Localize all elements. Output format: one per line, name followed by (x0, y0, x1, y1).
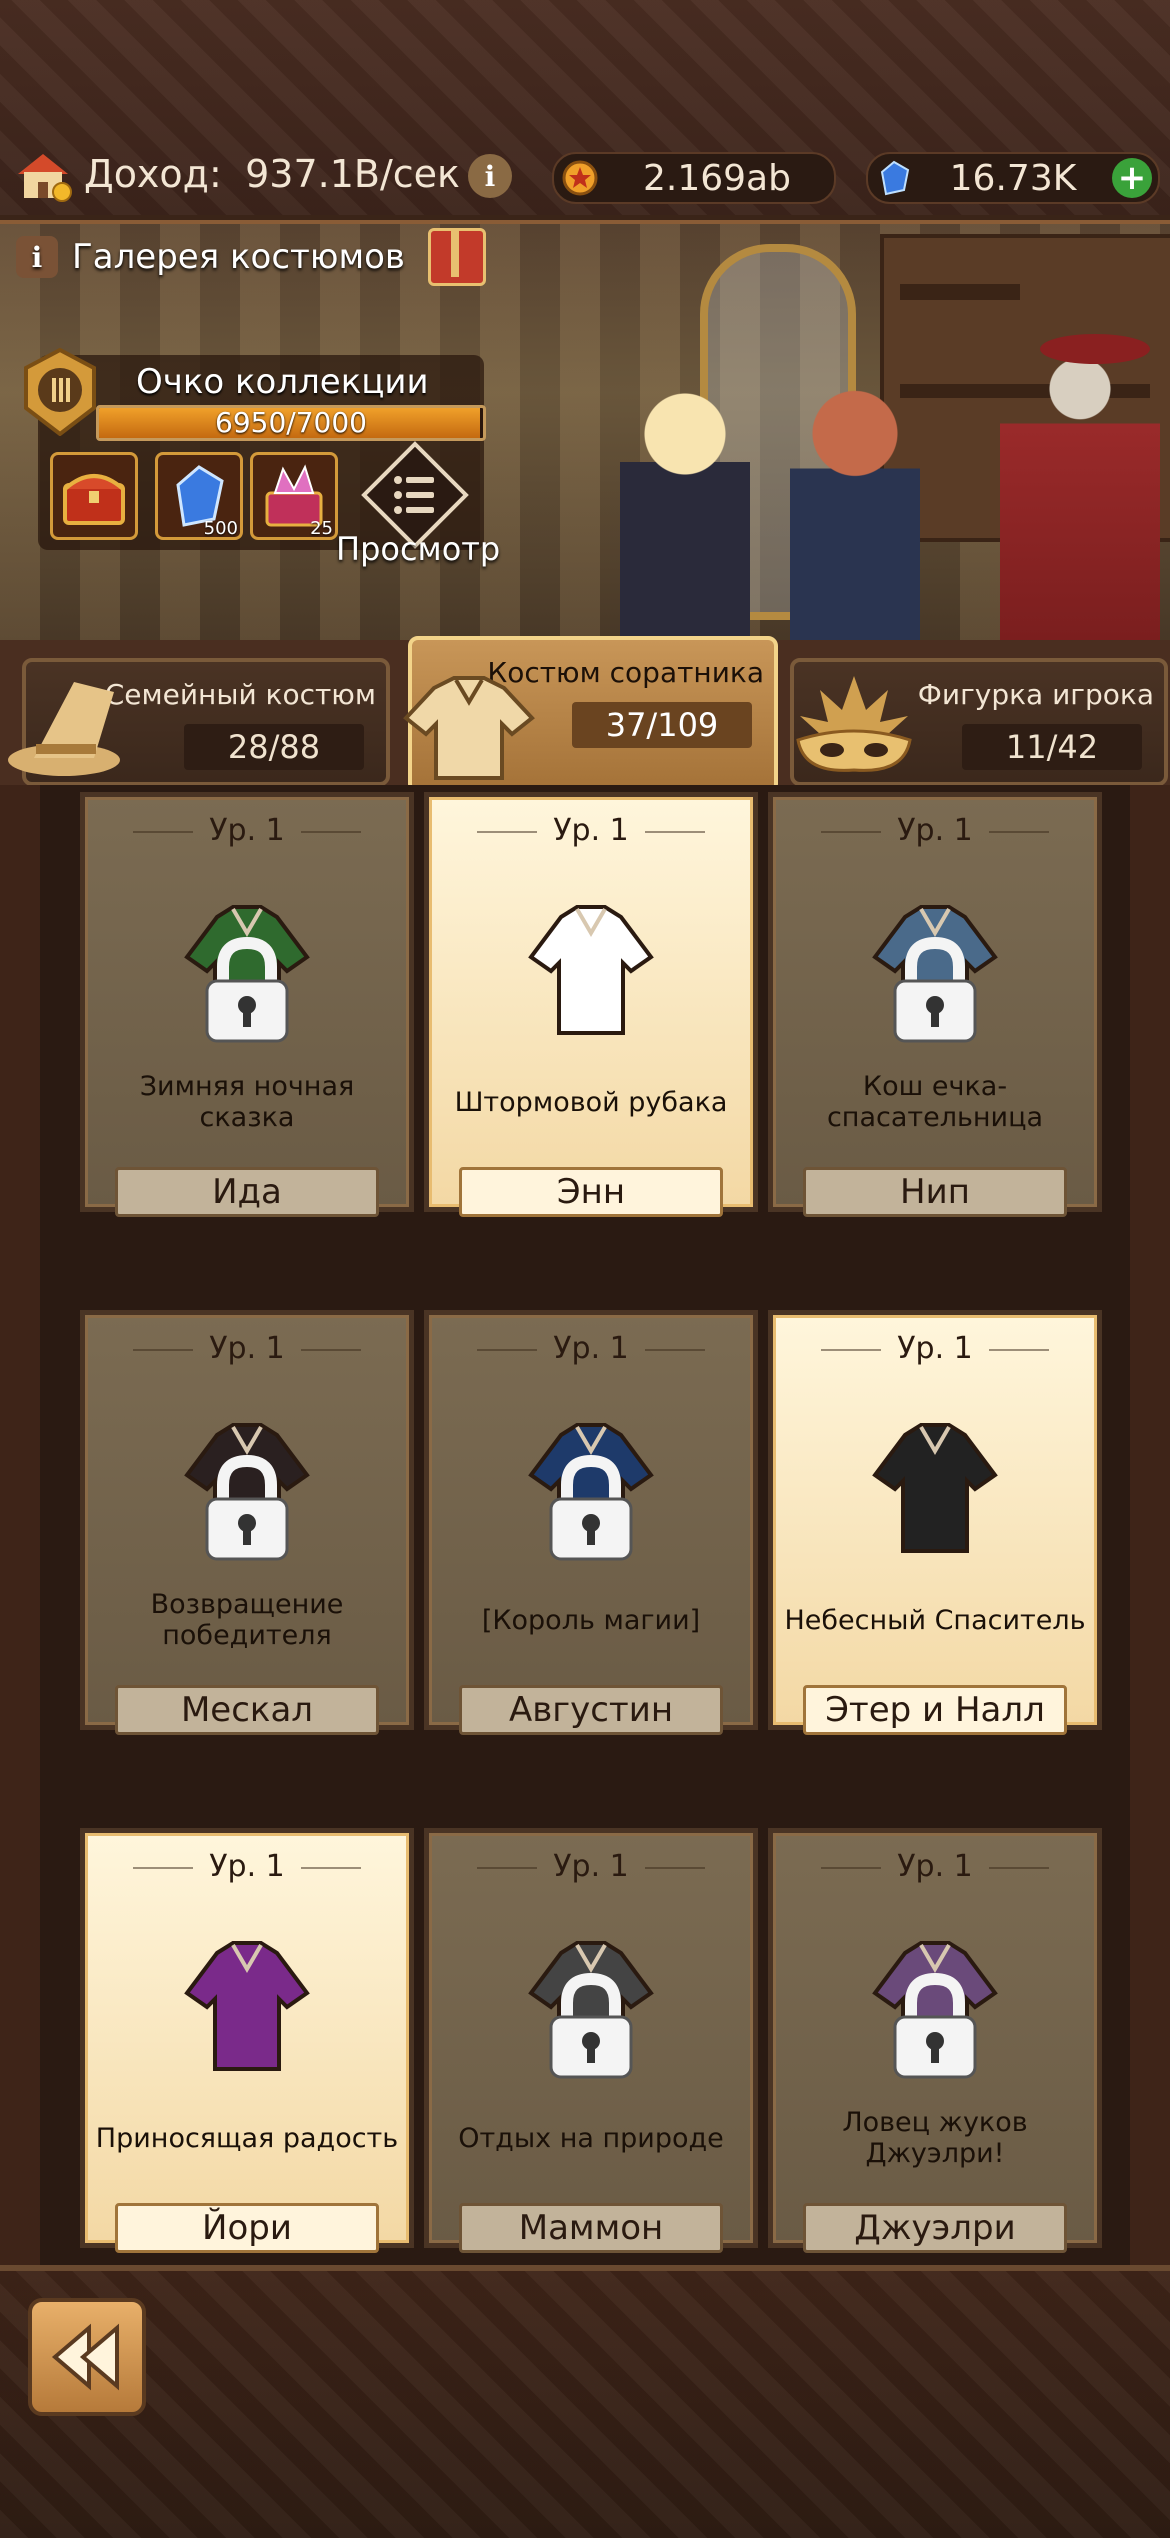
reward-blue-gem[interactable]: 500 (155, 452, 243, 540)
costume-icon (528, 905, 654, 1035)
costume-owner: Энн (459, 1167, 723, 1217)
costume-card[interactable]: Ур. 1 Ловец жуков Джуэлри! Джуэлри (768, 1828, 1102, 2253)
costume-name: Зимняя ночная сказка (139, 1071, 355, 1133)
gem-icon (874, 158, 914, 198)
costume-card[interactable]: Ур. 1 Штормовой рубака Энн (424, 792, 758, 1217)
collection-progress-bar: 6950/7000 (96, 405, 486, 441)
tab-player-figure-label: Фигурка игрока (917, 678, 1154, 711)
costume-card[interactable]: Ур. 1 Приносящая радость Йори (80, 1828, 414, 2253)
view-label: Просмотр (336, 530, 501, 568)
costume-level: Ур. 1 (429, 1331, 753, 1366)
costume-name: Небесный Спаситель (784, 1604, 1086, 1636)
costume-name: Кош ечка-спасательница (826, 1071, 1044, 1133)
back-arrow-icon (51, 2323, 119, 2391)
costume-level: Ур. 1 (429, 1849, 753, 1884)
costume-card[interactable]: Ур. 1 Зимняя ночная сказка Ида (80, 792, 414, 1217)
collection-progress-text: 6950/7000 (215, 406, 367, 439)
costume-owner: Августин (459, 1685, 723, 1735)
lock-icon (205, 1454, 289, 1561)
character-cat-maid-blonde (620, 364, 750, 644)
witch-hat-icon (8, 682, 120, 776)
bottom-bar (0, 2265, 1170, 2538)
costume-owner: Этер и Налл (803, 1685, 1067, 1735)
costume-level: Ур. 1 (773, 1849, 1097, 1884)
coin-counter: 2.169ab (552, 152, 836, 204)
costume-level: Ур. 1 (429, 813, 753, 848)
lock-icon (549, 1454, 633, 1561)
coin-icon (560, 158, 600, 198)
reward-gem-count: 500 (203, 518, 238, 539)
gallery-title: i Галерея костюмов (16, 236, 405, 278)
costume-level: Ур. 1 (85, 813, 409, 848)
costume-owner: Джуэлри (803, 2203, 1067, 2253)
costume-name: Приносящая радость (95, 2122, 399, 2154)
back-button[interactable] (28, 2298, 146, 2416)
add-gems-button[interactable]: + (1112, 158, 1152, 198)
house-icon (18, 154, 72, 202)
reward-chest[interactable] (50, 452, 138, 540)
gift-button[interactable] (428, 228, 486, 286)
costume-name: [Король магии] (481, 1604, 701, 1636)
costume-name: Отдых на природе (458, 2122, 724, 2154)
costume-owner: Мескал (115, 1685, 379, 1735)
costume-owner: Маммон (459, 2203, 723, 2253)
costume-level: Ур. 1 (773, 1331, 1097, 1366)
costume-icon (184, 1941, 310, 2071)
gallery-info-button[interactable]: i (16, 236, 58, 278)
costume-name: Ловец жуков Джуэлри! (842, 2107, 1028, 2169)
collection-title: Очко коллекции (136, 362, 429, 402)
coin-value: 2.169ab (643, 157, 791, 199)
costume-level: Ур. 1 (773, 813, 1097, 848)
costume-name: Штормовой рубака (454, 1086, 728, 1118)
costume-card[interactable]: Ур. 1 [Король магии] Августин (424, 1310, 758, 1735)
costume-owner: Ида (115, 1167, 379, 1217)
mask-icon (796, 676, 912, 772)
costume-owner: Йори (115, 2203, 379, 2253)
reward-crystal-count: 25 (310, 518, 333, 539)
collection-emblem-icon (24, 348, 96, 436)
costume-card[interactable]: Ур. 1 Возвращение победителя Мескал (80, 1310, 414, 1735)
tab-family-costume-count: 28/88 (184, 724, 364, 770)
income-info-button[interactable]: i (468, 154, 512, 198)
costume-card[interactable]: Ур. 1 Кош ечка-спасательница Нип (768, 792, 1102, 1217)
gem-value: 16.73K (949, 157, 1077, 199)
costume-card[interactable]: Ур. 1 Отдых на природе Маммон (424, 1828, 758, 2253)
costume-level: Ур. 1 (85, 1849, 409, 1884)
income-value: 937.1B/сек (245, 152, 460, 196)
gallery-title-text: Галерея костюмов (72, 237, 405, 277)
reward-crystal-chest[interactable]: 25 (250, 452, 338, 540)
tab-companion-costume-count: 37/109 (572, 702, 752, 748)
gem-counter: 16.73K + (866, 152, 1160, 204)
chest-icon (63, 474, 125, 525)
costume-icon (872, 1423, 998, 1553)
costume-level: Ур. 1 (85, 1331, 409, 1366)
costume-name: Возвращение победителя (150, 1589, 344, 1651)
income-label: Доход: (84, 152, 222, 196)
lock-icon (549, 1972, 633, 2079)
character-cat-maid-brown (790, 374, 920, 644)
lock-icon (893, 1972, 977, 2079)
lock-icon (205, 936, 289, 1043)
tab-player-figure-count: 11/42 (962, 724, 1142, 770)
lock-icon (893, 936, 977, 1043)
mannequin-red-costume (1000, 354, 1160, 644)
costume-card[interactable]: Ур. 1 Небесный Спаситель Этер и Налл (768, 1310, 1102, 1735)
shirt-icon (403, 676, 535, 780)
costume-owner: Нип (803, 1167, 1067, 1217)
